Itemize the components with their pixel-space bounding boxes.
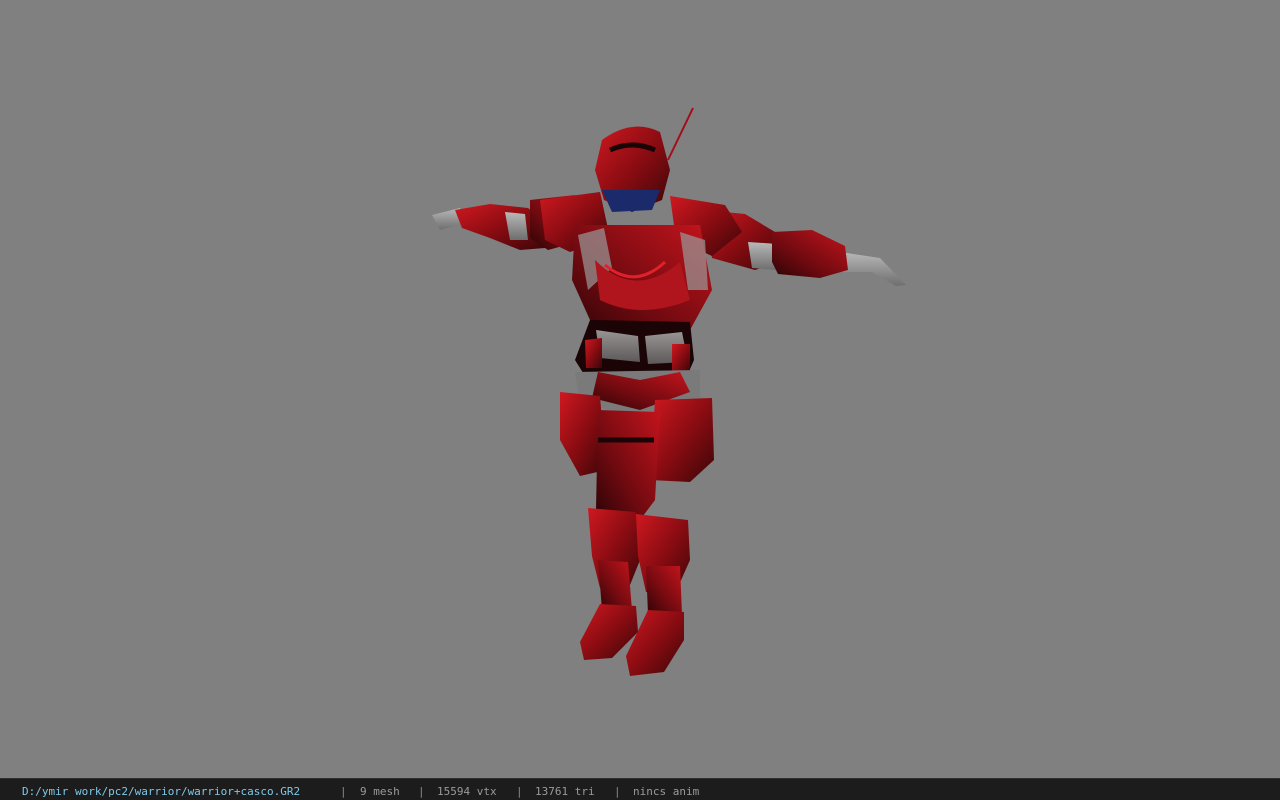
- mesh-count: 9 mesh: [360, 785, 400, 798]
- status-separator: |: [614, 785, 621, 798]
- 3d-viewport[interactable]: [0, 0, 1280, 778]
- left-shin: [598, 560, 632, 610]
- thigh-plates: [596, 410, 660, 520]
- animation-status: nincs anim: [633, 785, 700, 798]
- belt-left: [585, 338, 602, 368]
- status-bar: D:/ymir work/pc2/warrior/warrior+casco.G…: [0, 778, 1280, 800]
- right-forearm: [772, 230, 848, 278]
- helmet-antenna: [667, 107, 694, 161]
- status-separator: |: [516, 785, 523, 798]
- status-separator: |: [340, 785, 347, 798]
- right-tasset: [650, 398, 714, 482]
- right-shin: [646, 566, 682, 614]
- file-path: D:/ymir work/pc2/warrior/warrior+casco.G…: [22, 785, 301, 798]
- helmet-visor: [602, 190, 660, 212]
- status-separator: |: [418, 785, 425, 798]
- vertex-count: 15594 vtx: [437, 785, 497, 798]
- right-hand: [840, 252, 906, 286]
- belt-right: [672, 344, 690, 372]
- triangle-count: 13761 tri: [535, 785, 595, 798]
- warrior-model[interactable]: [0, 0, 1280, 778]
